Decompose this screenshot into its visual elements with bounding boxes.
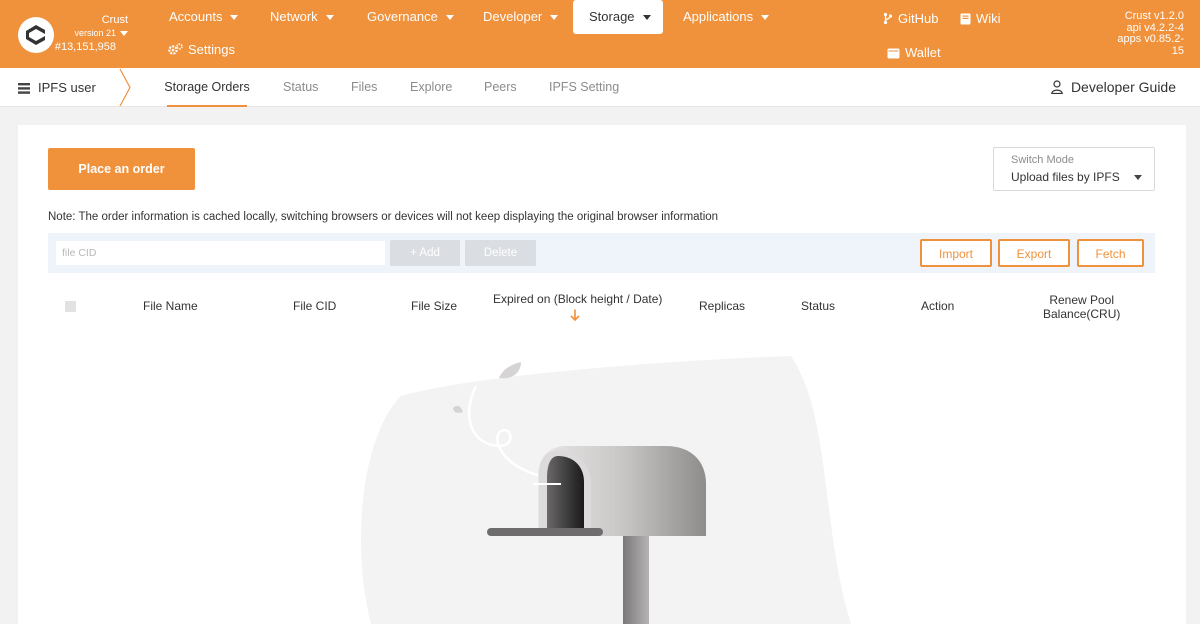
book-icon: [960, 13, 971, 25]
tab-label: IPFS Setting: [549, 80, 620, 94]
nav-label: Accounts: [169, 9, 223, 24]
user-icon: [1051, 80, 1063, 95]
apps-version-suffix: 15: [1171, 44, 1184, 57]
column-renew-line-1: Renew Pool: [1049, 293, 1115, 307]
wallet-label: Wallet: [905, 45, 941, 60]
chevron-down-icon: [550, 15, 559, 21]
section-ipfs-user[interactable]: IPFS user: [18, 68, 96, 107]
wiki-link[interactable]: Wiki: [960, 11, 1001, 26]
github-link[interactable]: GitHub: [883, 11, 938, 26]
nav-network[interactable]: Network: [270, 0, 334, 34]
settings-label: Settings: [188, 42, 235, 57]
tab-explore[interactable]: Explore: [410, 68, 452, 107]
column-file-size[interactable]: File Size: [411, 299, 457, 313]
version-info: Crust v1.2.0 api v4.2.2-4 apps v0.85.2- …: [1094, 10, 1184, 57]
storage-orders-panel: Place an order Switch Mode Upload files …: [18, 125, 1186, 624]
apps-version: apps v0.85.2-: [1117, 33, 1184, 45]
import-button[interactable]: Import: [920, 239, 992, 267]
chevron-down-icon: [761, 15, 770, 21]
fetch-button[interactable]: Fetch: [1077, 239, 1144, 267]
sort-down-icon[interactable]: [570, 309, 580, 321]
column-file-cid[interactable]: File CID: [293, 299, 336, 313]
switch-mode-label: Switch Mode: [1011, 154, 1074, 166]
top-navbar: Crust version 21 #13,151,958 Accounts Ne…: [0, 0, 1200, 68]
tab-files[interactable]: Files: [351, 68, 377, 107]
column-renew-pool-balance: Renew Pool Balance(CRU): [1043, 293, 1120, 321]
nav-label: Network: [270, 9, 318, 24]
tab-status[interactable]: Status: [283, 68, 318, 107]
github-label: GitHub: [898, 11, 939, 26]
export-button[interactable]: Export: [998, 239, 1070, 267]
wallet-icon: [887, 48, 900, 59]
chevron-right-icon: [119, 68, 131, 107]
chevron-down-icon: [642, 15, 651, 21]
nav-applications[interactable]: Applications: [683, 0, 770, 34]
nav-accounts[interactable]: Accounts: [169, 0, 239, 34]
nav-developer[interactable]: Developer: [483, 0, 559, 34]
tab-label: Status: [283, 80, 319, 94]
column-status[interactable]: Status: [801, 299, 835, 313]
add-button[interactable]: + Add: [390, 240, 460, 266]
tab-peers[interactable]: Peers: [484, 68, 517, 107]
nav-governance[interactable]: Governance: [367, 0, 454, 34]
column-renew-line-2: Balance(CRU): [1043, 307, 1121, 321]
nav-label: Applications: [683, 9, 754, 24]
tab-storage-orders[interactable]: Storage Orders: [145, 68, 269, 107]
gear-icon: [168, 43, 183, 55]
column-expired-on[interactable]: Expired on (Block height / Date): [493, 292, 662, 306]
file-cid-input[interactable]: [56, 241, 385, 265]
chevron-down-icon: [445, 15, 454, 21]
select-all-checkbox[interactable]: [65, 301, 76, 312]
list-icon: [18, 83, 30, 94]
column-replicas[interactable]: Replicas: [699, 299, 745, 313]
nav-storage[interactable]: Storage: [573, 0, 663, 34]
chain-version: version 21: [74, 28, 116, 38]
tab-label: Explore: [410, 80, 453, 94]
section-label: IPFS user: [38, 80, 96, 95]
wallet-link[interactable]: Wallet: [887, 45, 941, 60]
crust-version: Crust v1.2.0: [1124, 10, 1184, 22]
switch-mode-value: Upload files by IPFS: [1011, 170, 1120, 184]
tab-label: Storage Orders: [164, 80, 250, 94]
developer-guide-link[interactable]: Developer Guide: [1051, 68, 1176, 107]
column-file-name[interactable]: File Name: [143, 299, 198, 313]
nav-label: Developer: [483, 9, 543, 24]
chevron-down-icon: [1134, 175, 1142, 180]
chevron-down-icon: [230, 15, 239, 21]
cache-note: Note: The order information is cached lo…: [48, 211, 719, 223]
delete-button[interactable]: Delete: [465, 240, 536, 266]
tab-label: Files: [351, 80, 378, 94]
crust-logo-icon[interactable]: [18, 17, 54, 53]
chain-name: Crust: [101, 14, 128, 26]
chevron-down-icon: [325, 15, 334, 21]
column-action: Action: [921, 299, 955, 313]
nav-label: Storage: [589, 9, 635, 24]
nav-settings[interactable]: Settings: [168, 42, 235, 57]
block-number: #13,151,958: [54, 41, 116, 53]
tab-label: Peers: [484, 80, 517, 94]
github-icon: [883, 12, 893, 25]
chain-selector[interactable]: Crust version 21 #13,151,958: [55, 14, 128, 54]
wiki-label: Wiki: [976, 11, 1001, 26]
switch-mode-select[interactable]: Switch Mode Upload files by IPFS: [993, 147, 1155, 191]
cid-toolbar: + Add Delete Import Export Fetch: [48, 233, 1155, 273]
empty-mailbox-illustration: [361, 356, 851, 624]
place-order-button[interactable]: Place an order: [48, 148, 195, 190]
chevron-down-icon: [120, 30, 128, 36]
developer-guide-label: Developer Guide: [1070, 79, 1176, 95]
nav-label: Governance: [367, 9, 438, 24]
tab-ipfs-setting[interactable]: IPFS Setting: [549, 68, 619, 107]
storage-subnav: IPFS user Storage Orders Status Files Ex…: [0, 68, 1200, 107]
